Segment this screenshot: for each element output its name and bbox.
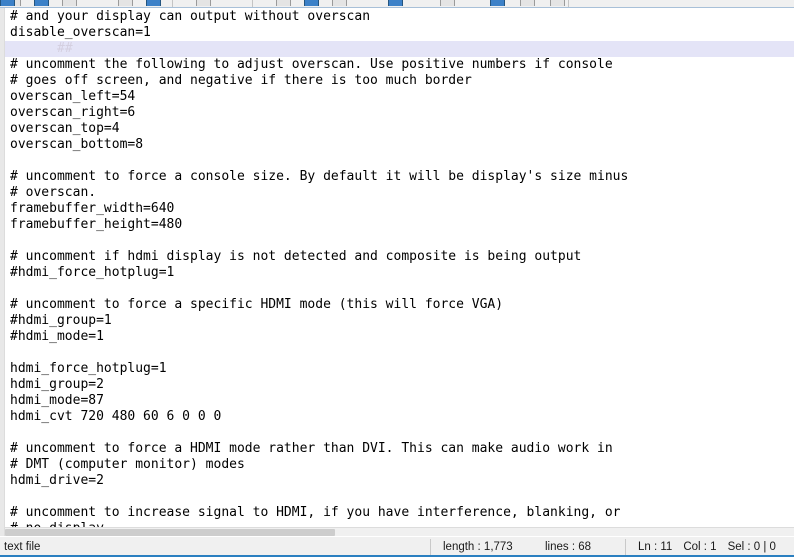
code-line[interactable]: hdmi_mode=87 — [5, 393, 794, 409]
editor-area[interactable]: # and your display can output without ov… — [0, 8, 794, 536]
code-line[interactable] — [5, 489, 794, 505]
code-line[interactable] — [5, 345, 794, 361]
code-line[interactable]: # uncomment to force a HDMI mode rather … — [5, 441, 794, 457]
toolbar-icon-find[interactable] — [440, 0, 455, 6]
code-line[interactable]: # uncomment if hdmi display is not detec… — [5, 249, 794, 265]
status-ln: Ln : 11 — [638, 541, 673, 553]
toolbar-separator-2 — [252, 0, 253, 7]
toolbar-separator-3 — [568, 0, 569, 7]
code-line[interactable]: # overscan. — [5, 185, 794, 201]
status-length[interactable]: length : 1,773 — [431, 537, 539, 557]
code-line[interactable]: hdmi_force_hotplug=1 — [5, 361, 794, 377]
code-line[interactable]: disable_overscan=1 — [5, 25, 794, 41]
code-line[interactable]: #hdmi_force_hotplug=1 — [5, 265, 794, 281]
code-line[interactable]: # uncomment the following to adjust over… — [5, 57, 794, 73]
toolbar-icon-paste[interactable] — [304, 0, 319, 6]
toolbar-icon-undo[interactable] — [332, 0, 347, 6]
status-doc-type[interactable]: text file — [0, 537, 430, 557]
horizontal-scrollbar-thumb[interactable] — [5, 529, 335, 536]
status-col: Col : 1 — [683, 541, 717, 553]
code-line[interactable]: hdmi_cvt 720 480 60 6 0 0 0 — [5, 409, 794, 425]
toolbar-icon-replace[interactable] — [490, 0, 505, 6]
code-line[interactable]: overscan_bottom=8 — [5, 137, 794, 153]
status-caret-position[interactable]: Ln : 11 Col : 1 Sel : 0 | 0 — [626, 537, 794, 557]
toolbar-icon-close[interactable] — [118, 0, 133, 6]
toolbar-icon-open[interactable] — [34, 0, 49, 6]
code-line[interactable]: # uncomment to force a console size. By … — [5, 169, 794, 185]
code-line[interactable]: #hdmi_group=1 — [5, 313, 794, 329]
toolbar-icon-print[interactable] — [196, 0, 211, 6]
code-line[interactable]: overscan_right=6 — [5, 105, 794, 121]
code-line[interactable] — [5, 153, 794, 169]
toolbar-icon-close-all[interactable] — [146, 0, 161, 6]
code-text[interactable]: # and your display can output without ov… — [5, 9, 794, 536]
toolbar-icon-save[interactable] — [62, 0, 77, 6]
code-line[interactable]: #hdmi_mode=1 — [5, 329, 794, 345]
code-line[interactable]: # and your display can output without ov… — [5, 9, 794, 25]
toolbar-separator — [172, 0, 173, 7]
toolbar-icon-cut[interactable] — [0, 0, 15, 6]
code-line[interactable]: # goes off screen, and negative if there… — [5, 73, 794, 89]
code-line[interactable]: # DMT (computer monitor) modes — [5, 457, 794, 473]
notepad-plus-plus-window: # and your display can output without ov… — [0, 0, 794, 557]
toolbar-icon-redo[interactable] — [388, 0, 403, 6]
code-line[interactable]: hdmi_group=2 — [5, 377, 794, 393]
code-line[interactable] — [5, 425, 794, 441]
code-line[interactable]: overscan_left=54 — [5, 89, 794, 105]
code-line[interactable]: # uncomment to increase signal to HDMI, … — [5, 505, 794, 521]
code-line[interactable] — [5, 233, 794, 249]
code-line[interactable]: framebuffer_height=480 — [5, 217, 794, 233]
code-line[interactable]: # uncomment to force a specific HDMI mod… — [5, 297, 794, 313]
code-line[interactable]: ## — [5, 41, 794, 57]
status-bar: text file length : 1,773 lines : 68 Ln :… — [0, 536, 794, 557]
status-sel: Sel : 0 | 0 — [727, 541, 776, 553]
code-line[interactable]: hdmi_drive=2 — [5, 473, 794, 489]
code-line[interactable]: framebuffer_width=640 — [5, 201, 794, 217]
toolbar[interactable] — [0, 0, 794, 8]
code-line[interactable]: overscan_top=4 — [5, 121, 794, 137]
horizontal-scrollbar[interactable] — [5, 527, 794, 536]
code-line[interactable] — [5, 281, 794, 297]
toolbar-icon-zoom-in[interactable] — [520, 0, 535, 6]
render-artifact: ## — [57, 41, 73, 56]
toolbar-icon-copy[interactable] — [276, 0, 291, 6]
toolbar-icon-zoom-out[interactable] — [550, 0, 565, 6]
editor-scroll-viewport[interactable]: # and your display can output without ov… — [5, 8, 794, 536]
status-lines[interactable]: lines : 68 — [539, 537, 625, 557]
